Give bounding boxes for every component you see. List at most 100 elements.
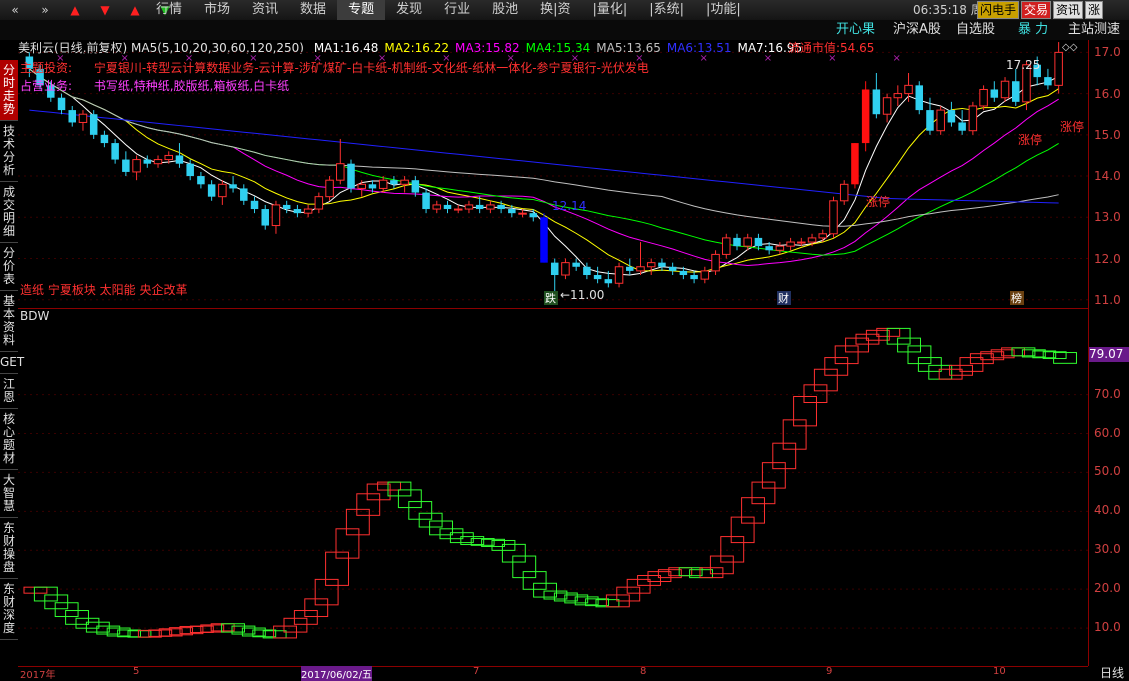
sidebar-tab-10[interactable]: 东财深度 [0,579,18,640]
rise-button[interactable]: 涨 [1085,1,1104,19]
sidebar-tab-6[interactable]: 江恩 [0,374,18,409]
news-button[interactable]: 资讯 [1053,1,1084,19]
candle-body [197,176,205,185]
candle-body [572,262,580,267]
candle-body [1044,77,1052,86]
candle-body [132,159,141,173]
sidebar-tab-9[interactable]: 东财操盘 [0,518,18,579]
menu-item-10[interactable]: |系统| [638,0,695,20]
bdw-box [657,569,682,579]
candle-body [614,266,624,284]
bdw-box [855,333,880,345]
candle-body [872,89,881,115]
menu-item-5[interactable]: 发现 [385,0,433,20]
bdw-box [75,617,100,629]
bdw-box [678,567,703,577]
bdw-box [418,512,443,528]
marker-cai[interactable]: 财 [778,291,789,305]
candle-body [143,159,152,164]
lightning-button[interactable]: 闪电手 [977,1,1020,19]
candle-body [508,209,516,214]
candle-body [583,266,591,276]
bdw-box [366,483,391,501]
sidebar-tab-2[interactable]: 成交明细 [0,182,18,243]
bdw-box [356,493,381,516]
back-double-icon[interactable]: « [0,3,30,17]
forward-double-icon[interactable]: » [30,3,60,17]
menu-item-7[interactable]: 股池 [481,0,529,20]
sidebar-tab-5[interactable]: GET [0,352,24,374]
candle-body [861,89,870,144]
candle-body [904,84,913,95]
bdw-box [980,351,1005,361]
bdw-box [647,571,672,583]
candle-body [690,275,698,280]
candle-body [990,89,999,98]
candle-body [604,279,613,284]
menu-item-9[interactable]: |量化| [582,0,639,20]
marker-die[interactable]: 跌 [545,291,556,305]
sidebar-tab-4[interactable]: 基本资料 [0,291,18,352]
watchlist-link[interactable]: 自选股 [956,20,995,40]
limit-up-label-3: 涨停 [1060,119,1084,134]
menu-item-6[interactable]: 行业 [433,0,481,20]
bdw-indicator-chart[interactable] [18,308,1088,667]
baoli-link[interactable]: 暴 力 [1018,20,1048,40]
ma-line-6 [29,109,1059,204]
sidebar-tab-7[interactable]: 核心题材 [0,409,18,470]
indicator-name: BDW [20,309,50,323]
menu-item-2[interactable]: 资讯 [241,0,289,20]
sidebar-tab-8[interactable]: 大智慧 [0,470,18,518]
trade-button[interactable]: 交易 [1021,1,1052,19]
indicator-tick: 70.0 [1094,386,1121,401]
candle-body [303,208,313,214]
bdw-box [772,442,797,470]
menu-item-4[interactable]: 专题 [337,0,386,20]
limit-up-label-1: 涨停 [866,194,890,209]
menu-item-1[interactable]: 市场 [193,0,241,20]
bdw-box [44,594,69,610]
candle-body [122,159,130,172]
candle-body [646,262,656,268]
candle-body [164,154,173,161]
period-label[interactable]: 日线 [1100,664,1124,681]
menu-item-11[interactable]: |功能| [695,0,752,20]
bdw-box [283,617,308,633]
candle-body [893,93,903,99]
sidebar-tab-1[interactable]: 技术分析 [0,121,18,182]
candle-body [658,262,666,267]
bdw-box [397,489,422,509]
candle-body [593,275,602,280]
candle-body [668,266,677,271]
menu-item-3[interactable]: 数据 [289,0,337,20]
candle-body [271,204,281,227]
rise-icon[interactable]: ▲ [60,3,90,17]
candle-body [529,213,538,218]
sidebar-tab-0[interactable]: 分时走势 [0,60,18,121]
bdw-box [845,337,869,353]
sidebar-tab-3[interactable]: 分价表 [0,243,18,291]
candle-body [979,88,988,107]
price-tick: 13.0 [1094,210,1121,225]
fall-icon[interactable]: ▼ [90,3,120,17]
candle-body [347,163,355,189]
bdw-box [65,610,89,625]
menu-item-8[interactable]: 换|资 [529,0,581,20]
candle-body [839,183,849,202]
bdw-box [241,627,266,637]
bdw-box [741,497,765,524]
kaixinguo-link[interactable]: 开心果 [836,20,875,40]
menu-item-0[interactable]: 行情 [145,0,193,20]
toolbar-buttons: 闪电手 交易 资讯 涨 [977,0,1105,20]
candle-body [453,208,463,211]
bdw-box [730,516,755,544]
top-menu-bar: « » ▲ ▼ ▲ ▼ 行情 市场 资讯 数据 专题 发现 行业 股池 换|资 |量化| |系统| |… [0,0,1129,21]
shsz-a-link[interactable]: 沪深A股 [893,20,941,40]
candle-body [175,155,184,164]
candle-body [207,184,216,197]
bdw-box [314,578,339,606]
bdw-box [626,578,651,594]
candle-body [378,179,388,189]
marker-bang[interactable]: 榜 [1011,291,1022,305]
speed-test-link[interactable]: 主站测速 [1068,20,1120,40]
